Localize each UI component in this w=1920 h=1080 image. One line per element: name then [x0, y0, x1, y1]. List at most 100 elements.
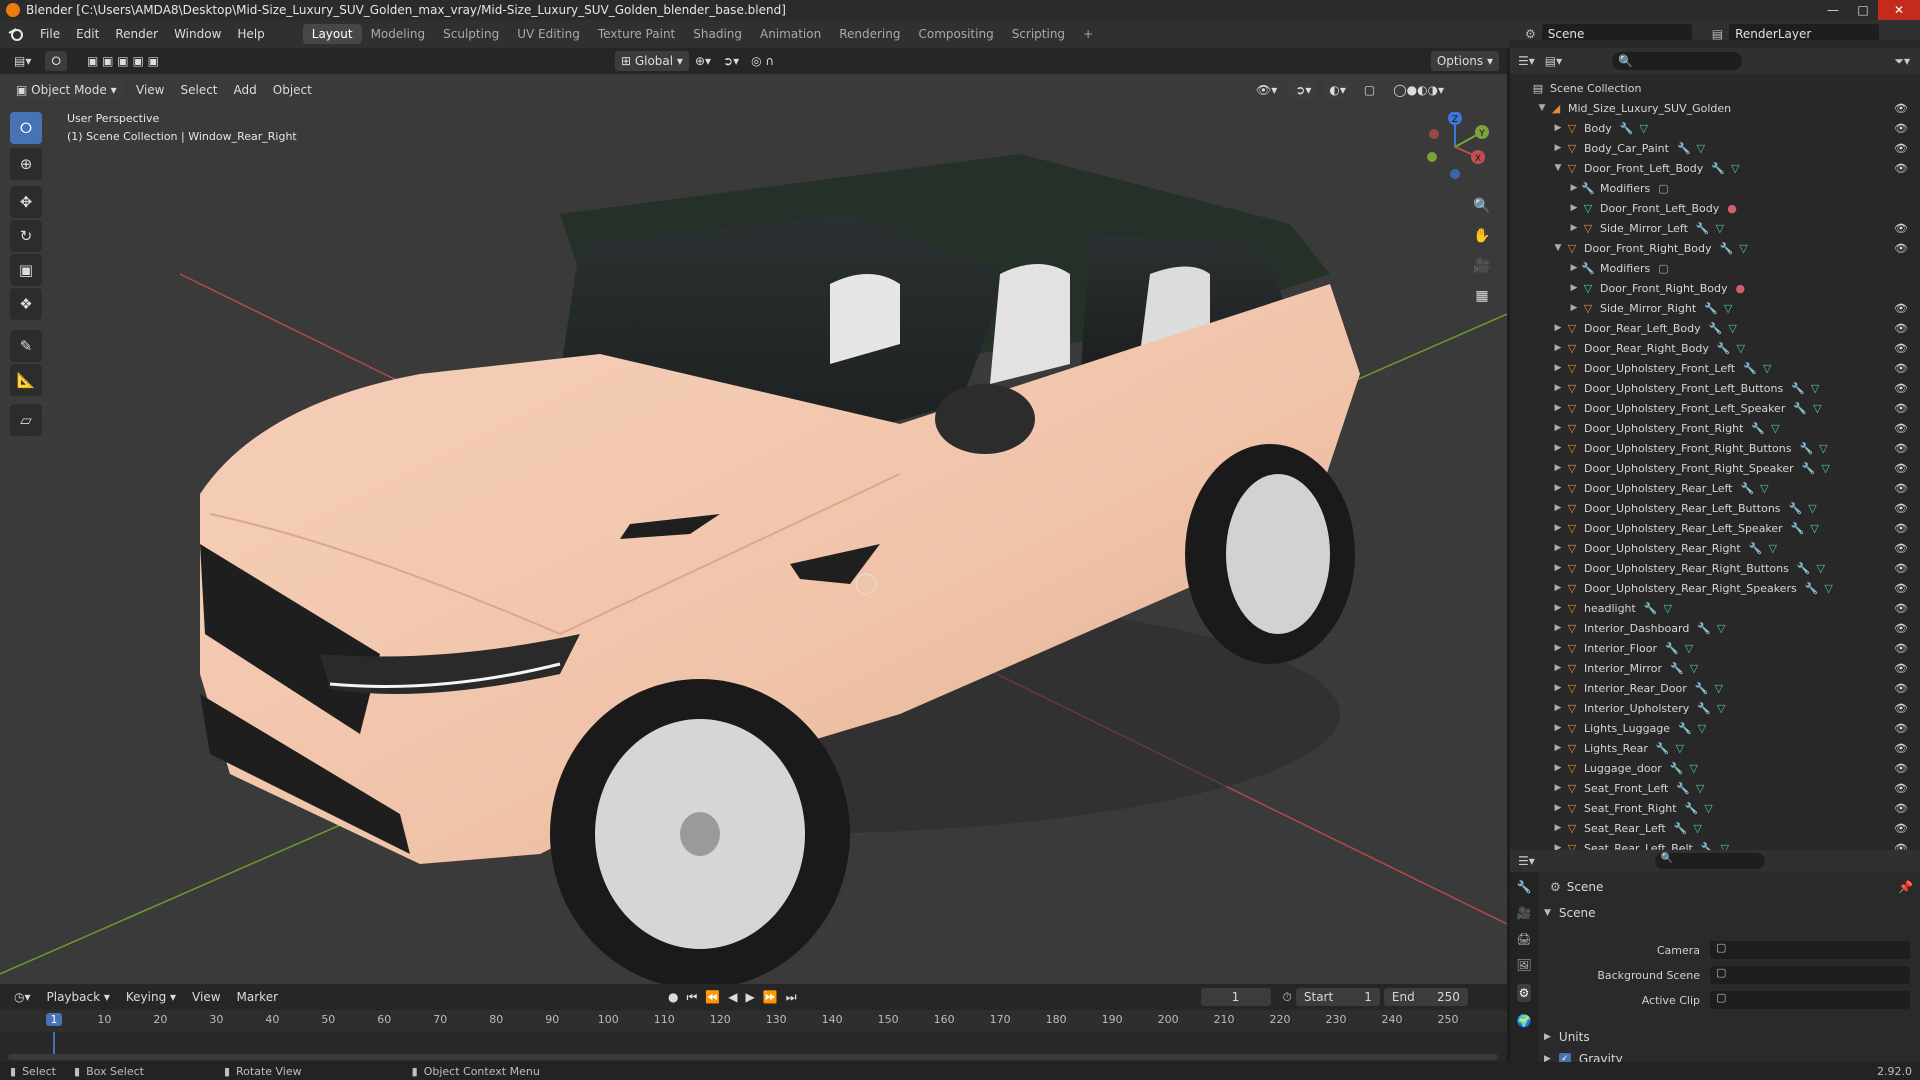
eye-icon[interactable]: 👁 [1894, 822, 1908, 835]
outliner-item[interactable]: ▶ ▽ Door_Upholstery_Front_Right_Buttons 🔧 ▽ 👁 [1510, 438, 1920, 458]
wrench-icon[interactable]: 🔧 [1697, 622, 1711, 635]
eye-icon[interactable]: 👁 [1894, 162, 1908, 175]
outliner-item[interactable]: ▶ ▽ Interior_Mirror 🔧 ▽ 👁 [1510, 658, 1920, 678]
eye-icon[interactable]: 👁 [1894, 622, 1908, 635]
menu-render[interactable]: Render [107, 27, 166, 41]
jump-start-icon[interactable]: ⏮ [687, 990, 698, 1005]
wrench-icon[interactable]: 🔧 [1695, 682, 1709, 695]
wrench-icon[interactable]: 🔧 [1749, 542, 1763, 555]
move-tool[interactable]: ✥ [10, 186, 42, 218]
minimize-button[interactable]: — [1818, 0, 1848, 20]
chevron-down-icon[interactable]: ▼ [1552, 163, 1564, 173]
viewport-menu-select[interactable]: Select [174, 80, 223, 100]
wrench-icon[interactable]: 🔧 [1644, 602, 1658, 615]
chevron-right-icon[interactable]: ▶ [1552, 603, 1564, 613]
chevron-right-icon[interactable]: ▶ [1552, 463, 1564, 473]
property-field[interactable]: ▢ [1710, 941, 1910, 959]
chevron-right-icon[interactable]: ▶ [1552, 523, 1564, 533]
wrench-icon[interactable]: 🔧 [1676, 782, 1690, 795]
perspective-toggle-icon[interactable]: ▦ [1468, 282, 1496, 310]
cursor-tool[interactable]: ⊕ [10, 148, 42, 180]
snap-icon[interactable]: ➲▾ [717, 51, 745, 71]
object-mode-dropdown[interactable]: ▣ Object Mode ▾ [10, 80, 123, 100]
eye-icon[interactable]: 👁 [1894, 142, 1908, 155]
workspace-tab-modeling[interactable]: Modeling [362, 24, 435, 44]
chevron-right-icon[interactable]: ▶ [1552, 823, 1564, 833]
eye-icon[interactable]: 👁 [1894, 522, 1908, 535]
timeline-ruler[interactable]: 1 10 20 30 40 50 60 70 80 90 100 110 120 130 140 150 160… [0, 1010, 1507, 1032]
chevron-right-icon[interactable]: ▶ [1568, 283, 1580, 293]
record-icon[interactable]: ● [668, 990, 678, 1005]
scene-panel-header[interactable]: ▼ Scene [1544, 902, 1914, 924]
eye-icon[interactable]: 👁 [1894, 722, 1908, 735]
transform-tool[interactable]: ❖ [10, 288, 42, 320]
mesh-data-icon[interactable]: ▽ [1810, 522, 1818, 535]
wrench-icon[interactable]: 🔧 [1711, 162, 1725, 175]
workspace-tab-compositing[interactable]: Compositing [909, 24, 1002, 44]
mesh-data-icon[interactable]: ▽ [1717, 622, 1725, 635]
chevron-right-icon[interactable]: ▶ [1568, 303, 1580, 313]
outliner-search-input[interactable]: 🔍 [1612, 52, 1743, 70]
mesh-data-icon[interactable]: ▽ [1821, 462, 1829, 475]
eye-icon[interactable]: 👁 [1894, 502, 1908, 515]
mesh-data-icon[interactable]: ▽ [1693, 822, 1701, 835]
annotate-tool[interactable]: ✎ [10, 330, 42, 362]
render-properties-icon[interactable]: 🎥 [1517, 906, 1532, 920]
workspace-tab-rendering[interactable]: Rendering [830, 24, 909, 44]
outliner-scene-collection[interactable]: ▤ Scene Collection [1510, 78, 1920, 98]
mesh-data-icon[interactable]: ▽ [1698, 722, 1706, 735]
chevron-right-icon[interactable]: ▶ [1552, 403, 1564, 413]
chevron-right-icon[interactable]: ▶ [1552, 383, 1564, 393]
outliner-item[interactable]: ▶ 🔧 Modifiers ▢ [1510, 178, 1920, 198]
chevron-right-icon[interactable]: ▶ [1552, 423, 1564, 433]
chevron-right-icon[interactable]: ▶ [1552, 543, 1564, 553]
property-field[interactable]: ▢ [1710, 991, 1910, 1009]
end-frame-field[interactable]: End 250 [1383, 988, 1468, 1006]
mesh-data-icon[interactable]: ▽ [1690, 762, 1698, 775]
eye-icon[interactable]: 👁 [1894, 302, 1908, 315]
mesh-data-icon[interactable]: ▽ [1739, 242, 1747, 255]
chevron-right-icon[interactable]: ▶ [1552, 503, 1564, 513]
wrench-icon[interactable]: 🔧 [1677, 142, 1691, 155]
select-tool-icon[interactable]: ⭘ [45, 51, 67, 71]
outliner-item[interactable]: ▶ ▽ Interior_Upholstery 🔧 ▽ 👁 [1510, 698, 1920, 718]
mesh-data-icon[interactable]: ▽ [1819, 442, 1827, 455]
chevron-right-icon[interactable]: ▶ [1552, 703, 1564, 713]
eye-icon[interactable]: 👁 [1894, 382, 1908, 395]
wrench-icon[interactable]: 🔧 [1799, 442, 1813, 455]
outliner-item[interactable]: ▶ ▽ Luggage_door 🔧 ▽ 👁 [1510, 758, 1920, 778]
wrench-icon[interactable]: 🔧 [1674, 822, 1688, 835]
eye-icon[interactable]: 👁 [1894, 122, 1908, 135]
measure-tool[interactable]: 📐 [10, 364, 42, 396]
wrench-icon[interactable]: 🔧 [1793, 402, 1807, 415]
eye-icon[interactable]: 👁 [1894, 402, 1908, 415]
mesh-data-icon[interactable]: ▽ [1696, 782, 1704, 795]
outliner-item[interactable]: ▶ ▽ Door_Upholstery_Rear_Right_Buttons 🔧 ▽ 👁 [1510, 558, 1920, 578]
wrench-icon[interactable]: 🔧 [1685, 802, 1699, 815]
chevron-down-icon[interactable]: ▼ [1536, 103, 1548, 113]
eye-icon[interactable]: 👁 [1894, 342, 1908, 355]
pivot-point-icon[interactable]: ⊕▾ [689, 51, 717, 71]
mesh-data-icon[interactable]: ▽ [1697, 142, 1705, 155]
mesh-data-icon[interactable]: ▽ [1737, 342, 1745, 355]
wrench-icon[interactable]: 🔧 [1704, 302, 1718, 315]
eye-icon[interactable]: 👁 [1894, 702, 1908, 715]
chevron-right-icon[interactable]: ▶ [1552, 843, 1564, 850]
wrench-icon[interactable]: 🔧 [1709, 322, 1723, 335]
wrench-icon[interactable]: 🔧 [1670, 762, 1684, 775]
current-frame-field[interactable]: 1 [1200, 988, 1271, 1006]
menu-help[interactable]: Help [229, 27, 272, 41]
wrench-icon[interactable]: 🔧 [1802, 462, 1816, 475]
eye-icon[interactable]: 👁 [1894, 662, 1908, 675]
mesh-data-icon[interactable]: ▽ [1731, 162, 1739, 175]
eye-icon[interactable]: 👁 [1894, 642, 1908, 655]
eye-icon[interactable]: 👁 [1894, 682, 1908, 695]
jump-end-icon[interactable]: ⏭ [786, 990, 797, 1005]
mesh-data-icon[interactable]: ▽ [1676, 742, 1684, 755]
mesh-data-icon[interactable]: ▽ [1771, 422, 1779, 435]
workspace-tab-layout[interactable]: Layout [302, 24, 362, 44]
mesh-data-icon[interactable]: ▽ [1721, 842, 1729, 851]
viewport-menu-object[interactable]: Object [267, 80, 318, 100]
view-layer-properties-icon[interactable]: 🖼 [1516, 958, 1531, 972]
outliner-item[interactable]: ▶ ▽ Body 🔧 ▽ 👁 [1510, 118, 1920, 138]
